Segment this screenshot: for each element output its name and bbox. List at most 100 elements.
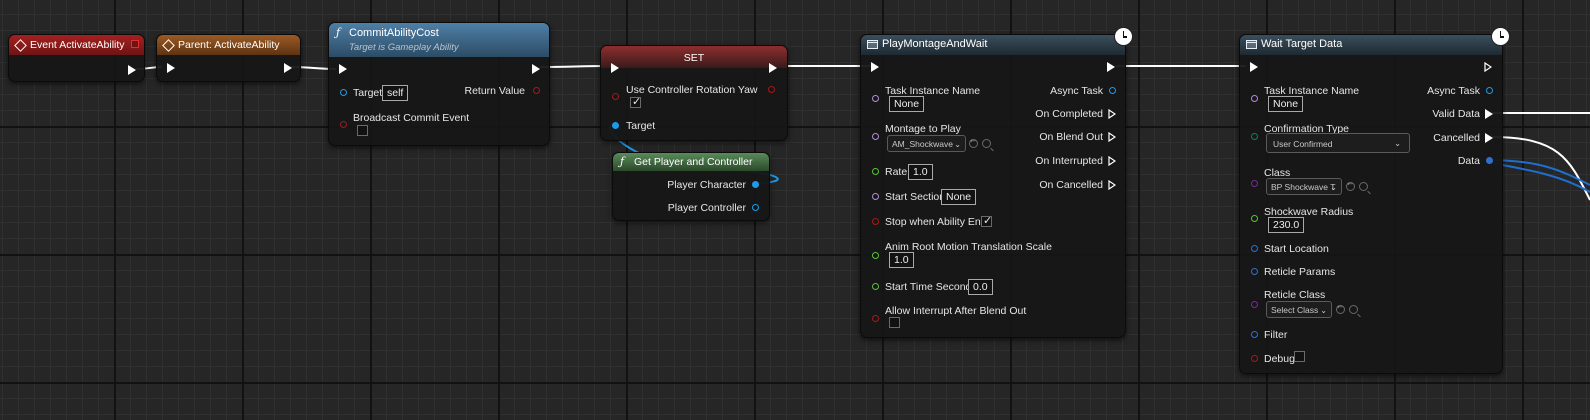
player-character-pin[interactable] (752, 181, 759, 188)
exec-in-pin[interactable] (339, 64, 347, 74)
exec-out-pin[interactable] (284, 63, 292, 73)
start-location-pin[interactable] (1251, 245, 1258, 252)
stop-when-ability-ends-checkbox[interactable] (981, 214, 992, 227)
start-time-seconds-pin[interactable] (872, 283, 879, 290)
exec-out-pin[interactable] (1484, 61, 1493, 73)
broadcast-pin[interactable] (340, 121, 347, 128)
use-asset-icon[interactable] (969, 137, 978, 148)
reticle-params-label: Reticle Params (1264, 266, 1336, 278)
commit-ability-cost-node[interactable]: ƒ CommitAbilityCost Target is Gameplay A… (328, 22, 550, 146)
exec-in-pin[interactable] (611, 63, 619, 73)
rate-field[interactable]: 1.0 (908, 164, 933, 180)
node-header: SET (601, 46, 787, 68)
use-asset-icon[interactable] (1336, 303, 1345, 314)
use-asset-icon[interactable] (1346, 180, 1355, 191)
parent-activate-ability-node[interactable]: Parent: ActivateAbility (156, 34, 301, 82)
reticle-params-pin[interactable] (1251, 268, 1258, 275)
play-montage-and-wait-node[interactable]: PlayMontageAndWait Task Instance Name No… (860, 27, 1133, 338)
node-header: ƒ CommitAbilityCost Target is Gameplay A… (329, 23, 549, 57)
reticle-class-label: Reticle Class (1264, 289, 1326, 301)
exec-in-pin[interactable] (871, 62, 879, 72)
task-instance-name-field[interactable]: None (889, 96, 925, 112)
exec-in-pin[interactable] (1250, 62, 1258, 72)
confirmation-type-pin[interactable] (1251, 133, 1258, 140)
on-cancelled-pin[interactable] (1108, 179, 1117, 191)
exec-out-pin[interactable] (769, 63, 777, 73)
set-node[interactable]: SET Use Controller Rotation Yaw Target (600, 45, 788, 141)
exec-wire (1491, 136, 1590, 201)
valid-data-pin[interactable] (1485, 109, 1493, 119)
exec-in-pin[interactable] (167, 63, 175, 73)
confirmation-type-combo[interactable]: User Confirmed ⌄ (1266, 133, 1410, 153)
node-title: Get Player and Controller (634, 156, 753, 168)
target-value-field[interactable]: self (382, 85, 409, 101)
async-task-label: Async Task (1427, 85, 1480, 97)
task-instance-name-field[interactable]: None (1268, 96, 1304, 112)
target-label: Target (353, 87, 383, 99)
async-task-pin[interactable] (1486, 87, 1493, 94)
node-title: Event ActivateAbility (30, 39, 125, 51)
shockwave-radius-field[interactable]: 230.0 (1268, 217, 1305, 233)
async-task-pin[interactable] (1109, 87, 1116, 94)
task-instance-name-pin[interactable] (1251, 95, 1258, 102)
allow-interrupt-pin[interactable] (872, 315, 879, 322)
class-combo[interactable]: BP Shockwave T ⌄ (1266, 178, 1342, 195)
target-pin[interactable] (340, 89, 347, 96)
anim-root-motion-field[interactable]: 1.0 (889, 252, 914, 268)
delegate-pin[interactable] (131, 40, 139, 48)
stop-when-ability-ends-pin[interactable] (872, 218, 879, 225)
use-controller-rotation-yaw-checkbox[interactable] (630, 95, 641, 108)
exec-out-pin[interactable] (532, 64, 540, 74)
shockwave-radius-pin[interactable] (1251, 215, 1258, 222)
output-bool-pin[interactable] (768, 86, 775, 93)
stop-when-ability-ends-label: Stop when Ability Ends (885, 216, 992, 228)
use-controller-rotation-yaw-pin[interactable] (612, 93, 619, 100)
event-activate-ability-node[interactable]: Event ActivateAbility (8, 34, 145, 82)
filter-pin[interactable] (1251, 331, 1258, 338)
start-section-field[interactable]: None (941, 189, 977, 205)
browse-icon[interactable] (1349, 305, 1358, 314)
browse-icon[interactable] (982, 139, 991, 148)
task-instance-name-pin[interactable] (872, 95, 879, 102)
debug-checkbox[interactable] (1294, 351, 1305, 362)
latent-clock-icon (1114, 27, 1133, 46)
function-f-icon: ƒ (620, 155, 625, 168)
allow-interrupt-checkbox[interactable] (889, 317, 900, 328)
return-value-pin[interactable] (533, 87, 540, 94)
montage-to-play-combo[interactable]: AM_Shockwave ⌄ (887, 135, 966, 152)
on-cancelled-label: On Cancelled (1039, 179, 1103, 191)
target-pin[interactable] (612, 122, 619, 129)
broadcast-checkbox[interactable] (357, 125, 368, 136)
on-interrupted-pin[interactable] (1108, 155, 1117, 167)
wait-target-data-node[interactable]: Wait Target Data Task Instance Name None… (1239, 27, 1510, 374)
get-player-and-controller-node[interactable]: ƒ Get Player and Controller Player Chara… (612, 152, 770, 221)
allow-interrupt-label: Allow Interrupt After Blend Out (885, 305, 1027, 317)
reticle-class-value: Select Class (1271, 305, 1319, 315)
player-controller-pin[interactable] (752, 204, 759, 211)
exec-out-pin[interactable] (128, 65, 136, 75)
node-header: Parent: ActivateAbility (157, 35, 300, 55)
function-f-icon: ƒ (336, 26, 341, 39)
start-section-pin[interactable] (872, 193, 879, 200)
browse-icon[interactable] (1359, 182, 1368, 191)
reticle-class-combo[interactable]: Select Class ⌄ (1266, 301, 1332, 318)
debug-pin[interactable] (1251, 355, 1258, 362)
event-diamond-icon (14, 39, 27, 52)
reticle-class-pin[interactable] (1251, 301, 1258, 308)
exec-out-pin[interactable] (1107, 62, 1115, 72)
data-pin[interactable] (1486, 157, 1493, 164)
class-value: BP Shockwave T (1271, 182, 1336, 192)
node-title: SET (683, 52, 705, 64)
target-label: Target (626, 120, 656, 132)
on-completed-pin[interactable] (1108, 108, 1117, 120)
class-pin[interactable] (1251, 180, 1258, 187)
node-header: Wait Target Data (1240, 35, 1502, 55)
montage-to-play-pin[interactable] (872, 133, 879, 140)
on-blend-out-pin[interactable] (1108, 131, 1117, 143)
rate-pin[interactable] (872, 168, 879, 175)
anim-root-motion-pin[interactable] (872, 252, 879, 259)
cancelled-pin[interactable] (1485, 133, 1493, 143)
player-character-label: Player Character (667, 179, 746, 191)
start-time-seconds-field[interactable]: 0.0 (968, 279, 993, 295)
montage-to-play-label: Montage to Play (885, 123, 961, 135)
